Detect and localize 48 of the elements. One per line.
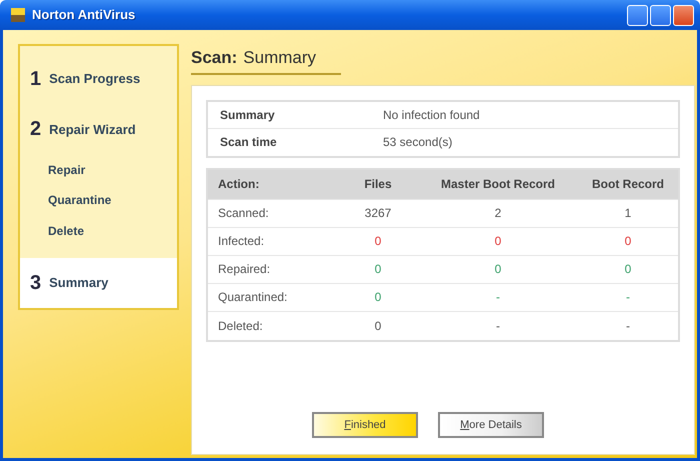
step-number: 2 <box>30 117 42 142</box>
sidebar-item[interactable]: 2 Repair Wizard <box>20 104 177 154</box>
table-cell-text: 0 <box>374 318 382 334</box>
app-icon <box>10 7 26 23</box>
table-cell-text: 0 <box>494 233 502 250</box>
column-header: Files <box>363 176 393 193</box>
column-header: Action: <box>217 176 260 193</box>
table-cell-text: 0 <box>624 261 632 278</box>
finish-button[interactable]: Finished <box>312 412 418 438</box>
step-number: 3 <box>30 270 42 296</box>
maximize-button[interactable] <box>650 4 671 26</box>
row-value: 53 second(s) <box>383 134 452 151</box>
table-cell-text: 0 <box>374 261 382 278</box>
sidebar-item[interactable]: Quarantine <box>20 184 177 216</box>
window-title: Norton AntiVirus <box>32 6 136 24</box>
column-header: Master Boot Record <box>440 176 556 193</box>
table-cell-text: 0 <box>374 233 382 250</box>
table-cell-text: - <box>495 318 501 334</box>
row-value: No infection found <box>383 106 480 124</box>
sidebar-item[interactable]: Delete <box>20 215 177 246</box>
step-label: Scan Progress <box>49 70 140 88</box>
step-number: 1 <box>30 67 42 92</box>
table-cell-text: - <box>625 318 631 334</box>
table-cell-text: 2 <box>494 205 502 222</box>
table-cell-text: 0 <box>374 289 382 306</box>
table-cell-text: Repaired: <box>217 261 272 278</box>
column-header: Boot Record <box>591 176 665 193</box>
sidebar-item[interactable]: 1 Scan Progress <box>20 54 177 104</box>
step-label: Repair Wizard <box>49 120 136 139</box>
section-heading: Scan: Summary <box>191 44 341 74</box>
table-cell-text: 1 <box>624 205 632 222</box>
row-label: Scan time <box>219 134 278 151</box>
row-label: Summary <box>219 106 276 124</box>
sidebar-item[interactable]: Repair <box>20 154 177 185</box>
minimize-button[interactable] <box>627 4 648 26</box>
details-button[interactable]: More Details <box>438 412 544 438</box>
close-button[interactable] <box>673 4 694 26</box>
step-label: Summary <box>49 274 108 292</box>
table-cell-text: Quarantined: <box>217 289 288 306</box>
table-cell-text: 3267 <box>364 205 392 222</box>
table-cell-text: Infected: <box>217 233 266 250</box>
table-cell-text: Deleted: <box>217 318 264 334</box>
sidebar-item[interactable]: 3 Summary <box>20 258 177 308</box>
table-cell-text: 0 <box>494 261 502 278</box>
table-cell-text: 0 <box>624 233 632 250</box>
table-cell-text: Scanned: <box>217 205 270 222</box>
table-cell-text: - <box>495 289 501 306</box>
table-cell-text: - <box>625 289 631 306</box>
